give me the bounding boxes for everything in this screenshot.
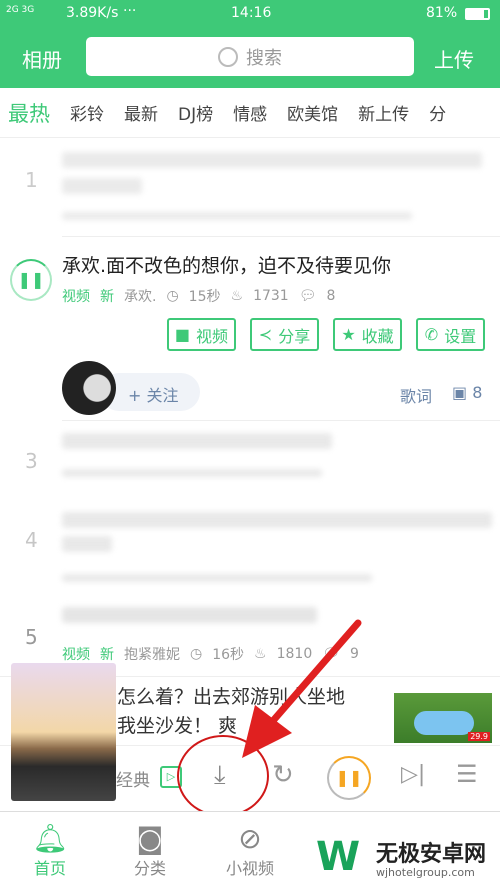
comments: 8 — [326, 288, 336, 304]
disc-icon: ◙ — [136, 822, 164, 855]
blurred-meta — [62, 574, 372, 582]
upload-button[interactable]: 上传 — [434, 44, 474, 73]
album-button[interactable]: 相册 — [22, 44, 62, 73]
tab-western[interactable]: 欧美馆 — [287, 100, 338, 125]
price-badge: 29.9 — [468, 732, 490, 741]
watermark-logo: W — [316, 834, 361, 880]
bottom-nav: 🔔︎ 首页 ◙ 分类 ⊘ 小视频 W 无极安卓网 wjhotelgroup.com — [0, 811, 500, 890]
phone-icon: ✆ — [424, 325, 439, 344]
watermark-name: 无极安卓网 — [376, 842, 487, 867]
tab-hot[interactable]: 最热 — [8, 98, 50, 128]
search-input[interactable]: 搜索 — [86, 37, 414, 76]
tab-latest[interactable]: 最新 — [124, 100, 158, 125]
pause-icon[interactable]: ❚❚ — [10, 259, 52, 301]
annotation-arrow — [242, 619, 362, 758]
comment-count-button[interactable]: ▣ 8 — [452, 383, 482, 402]
author[interactable]: 抱紧雅妮 — [124, 644, 180, 664]
star-icon: ★ — [341, 325, 356, 344]
fire-icon: ♨ — [230, 288, 244, 304]
rank-number: 5 — [25, 625, 38, 649]
clock: 14:16 — [231, 5, 272, 21]
video-button[interactable]: ■ 视频 — [167, 318, 236, 351]
nav-label: 小视频 — [225, 859, 274, 878]
duration: 15秒 — [188, 289, 221, 305]
list-item[interactable]: 1 — [0, 140, 500, 236]
tab-more[interactable]: 分 — [429, 100, 446, 125]
clock-icon: ◷ — [190, 646, 203, 662]
rank-number: 3 — [25, 449, 38, 473]
nav-label: 首页 — [33, 859, 66, 878]
watermark: W 无极安卓网 wjhotelgroup.com — [316, 834, 500, 890]
playlist-button[interactable]: ☰ — [456, 760, 478, 788]
blurred-title — [62, 536, 112, 552]
video-tag: 视频 — [62, 289, 90, 305]
button-label: 分享 — [278, 326, 311, 346]
category-tabs: 最热 彩铃 最新 DJ榜 情感 欧美馆 新上传 分 — [0, 88, 500, 138]
bell-icon: 🔔︎ — [32, 822, 68, 855]
nav-home[interactable]: 🔔︎ 首页 — [15, 822, 85, 879]
watermark-url: wjhotelgroup.com — [376, 866, 475, 879]
header: 相册 搜索 上传 — [0, 28, 500, 88]
likes: 1731 — [253, 288, 289, 304]
song-title: 承欢.面不改色的想你，迫不及待要见你 — [62, 255, 392, 277]
tab-new-upload[interactable]: 新上传 — [358, 100, 409, 125]
sofa-shape — [414, 711, 474, 735]
status-bar: 2G 3G 3.89K/s ··· 14:16 81% — [0, 0, 500, 28]
tab-dj[interactable]: DJ榜 — [178, 100, 213, 125]
list-item-playing[interactable]: ❚❚ 承欢.面不改色的想你，迫不及待要见你 视频 新 承欢. ◷ 15秒 ♨ 173… — [0, 237, 500, 419]
blurred-title — [62, 512, 492, 528]
comment-icon: 💬︎ — [298, 288, 317, 304]
button-label: 视频 — [196, 326, 229, 346]
settings-button[interactable]: ✆ 设置 — [416, 318, 485, 351]
signal-icon: 2G 3G — [6, 5, 35, 15]
share-button[interactable]: ≺ 分享 — [250, 318, 319, 351]
compass-icon: ⊘ — [238, 822, 262, 855]
blurred-meta — [62, 469, 322, 477]
search-icon — [218, 46, 238, 67]
favorite-button[interactable]: ★ 收藏 — [333, 318, 402, 351]
more-dots: ··· — [123, 3, 137, 19]
clock-icon: ◷ — [166, 288, 179, 304]
follow-label: + 关注 — [128, 386, 179, 405]
rank-number: 1 — [25, 168, 38, 192]
blurred-title — [62, 152, 482, 168]
blurred-meta — [62, 212, 412, 220]
battery-icon — [465, 8, 490, 20]
avatar[interactable] — [62, 361, 116, 415]
share-icon: ≺ — [258, 325, 273, 344]
author[interactable]: 承欢. — [124, 286, 156, 306]
nav-short-video[interactable]: ⊘ 小视频 — [215, 822, 285, 879]
new-tag: 新 — [100, 289, 114, 305]
video-tag: 视频 — [62, 647, 90, 663]
list-item[interactable]: 3 — [0, 421, 500, 499]
video-thumbnail[interactable] — [11, 663, 116, 801]
comment-box-icon: ▣ — [452, 383, 473, 402]
button-label: 设置 — [444, 326, 477, 346]
new-tag: 新 — [100, 647, 114, 663]
tab-emotion[interactable]: 情感 — [233, 100, 267, 125]
rank-number: 4 — [25, 528, 38, 552]
nav-category[interactable]: ◙ 分类 — [115, 822, 185, 879]
ad-image: 29.9 — [394, 693, 492, 743]
button-label: 收藏 — [361, 326, 394, 346]
blurred-title — [62, 433, 332, 449]
lyrics-button[interactable]: 歌词 — [400, 383, 432, 407]
search-placeholder: 搜索 — [246, 47, 282, 69]
battery-level: 81% — [426, 5, 458, 21]
player-label: 经典 — [116, 771, 150, 791]
next-button[interactable]: ▷| — [401, 762, 425, 787]
list-item[interactable]: 4 — [0, 500, 500, 595]
blurred-title — [62, 178, 142, 194]
camera-icon: ■ — [174, 325, 191, 344]
tab-ringtone[interactable]: 彩铃 — [70, 100, 104, 125]
comment-count: 8 — [472, 383, 483, 402]
network-speed: 3.89K/s — [66, 5, 119, 21]
nav-label: 分类 — [133, 859, 166, 878]
